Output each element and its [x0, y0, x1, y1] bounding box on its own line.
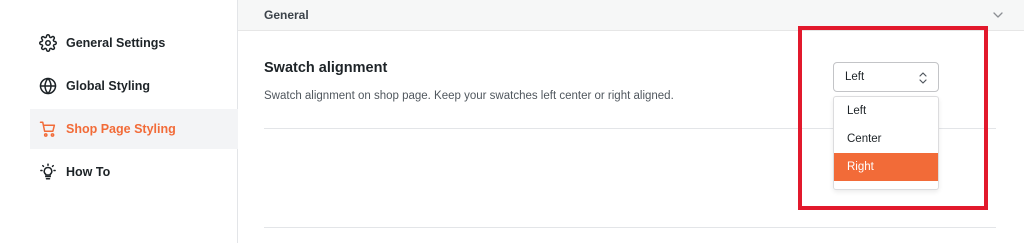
section-title: General — [264, 8, 309, 22]
cart-icon — [38, 119, 58, 139]
main-panel: General Swatch alignment Swatch alignmen… — [238, 0, 1024, 243]
swatch-alignment-select[interactable]: Left — [833, 62, 939, 92]
sidebar-item-label: General Settings — [66, 36, 166, 50]
sidebar-item-label: Shop Page Styling — [66, 122, 176, 136]
settings-page: General Settings Global Styling Shop Pag… — [0, 0, 1024, 243]
setting-description: Swatch alignment on shop page. Keep your… — [264, 90, 674, 102]
sidebar-item-label: How To — [66, 165, 111, 179]
sidebar-item-label: Global Styling — [66, 79, 151, 93]
select-arrows-icon — [918, 71, 928, 85]
lightbulb-icon — [38, 162, 58, 182]
sidebar-item-general-settings[interactable]: General Settings — [0, 23, 237, 63]
option-right[interactable]: Right — [834, 153, 938, 181]
divider — [264, 227, 996, 228]
select-dropdown-menu: Left Center Right — [833, 96, 939, 190]
sidebar-item-how-to[interactable]: How To — [0, 152, 237, 192]
option-left[interactable]: Left — [834, 97, 938, 125]
globe-icon — [38, 76, 58, 96]
setting-title: Swatch alignment — [264, 60, 388, 76]
select-value: Left — [845, 71, 865, 83]
option-center[interactable]: Center — [834, 125, 938, 153]
sidebar-item-shop-page-styling[interactable]: Shop Page Styling — [30, 109, 238, 149]
section-header[interactable]: General — [238, 0, 1024, 31]
gear-icon — [38, 33, 58, 53]
sidebar: General Settings Global Styling Shop Pag… — [0, 0, 238, 243]
chevron-down-icon[interactable] — [992, 9, 1004, 21]
sidebar-item-global-styling[interactable]: Global Styling — [0, 66, 237, 106]
